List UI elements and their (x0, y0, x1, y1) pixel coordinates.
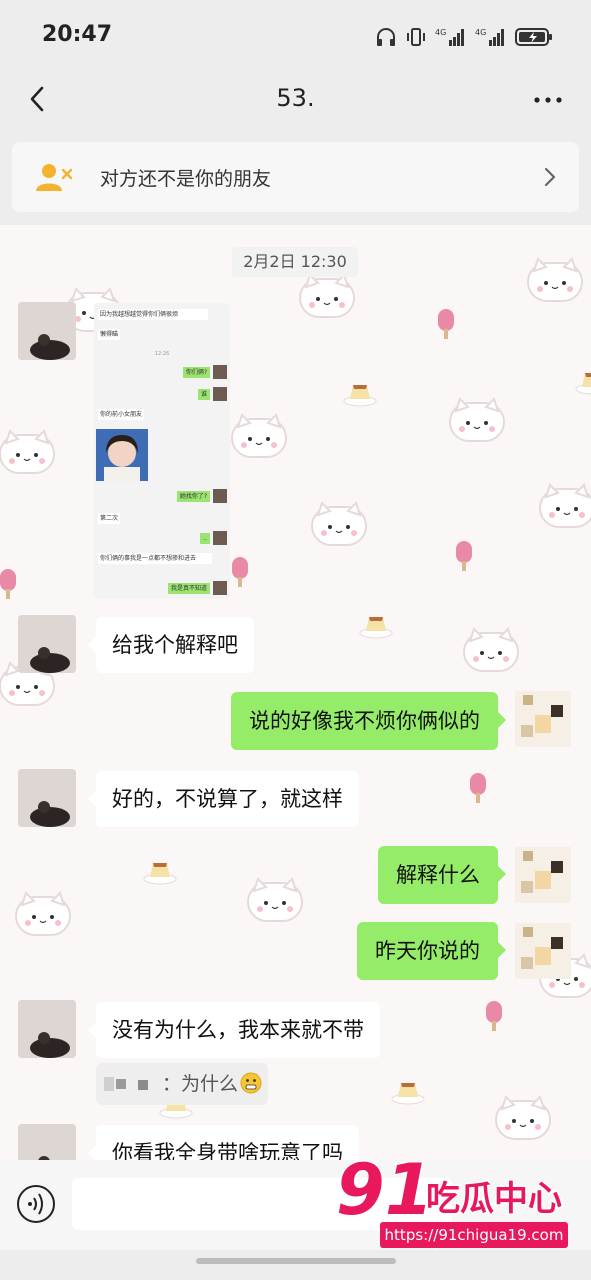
battery-charging-icon (515, 28, 552, 46)
contact-avatar[interactable] (18, 769, 76, 827)
shot-line: 她找你了? (176, 491, 210, 502)
shot-line: 你们俩的事我是一点都不想掺和进去 (98, 553, 212, 564)
incoming-message[interactable]: 没有为什么，我本来就不带 (88, 1002, 380, 1058)
status-icons: 4G 4G (375, 24, 553, 50)
avatar-image (18, 615, 76, 673)
site-watermark-logo: 91 吃瓜中心 (335, 1148, 564, 1228)
quote-text-wrap: ：为什么 (162, 1063, 262, 1105)
outgoing-message[interactable]: 说的好像我不烦你俩似的 (231, 692, 506, 750)
incoming-message[interactable]: 你看我全身带啥玩意了吗 (88, 1125, 359, 1160)
svg-text:91: 91 (336, 1149, 433, 1228)
svg-text:4G: 4G (475, 28, 486, 37)
screenshot-image-message[interactable]: 因为我越想越觉得你们俩很烦 懒得瞄 12:26 你们俩? 谁 你的前小女朋友 她… (94, 303, 230, 599)
my-avatar[interactable] (515, 847, 571, 903)
signal-icon-1: 4G (435, 28, 464, 46)
chat-title: 53. (276, 84, 315, 112)
my-avatar[interactable] (515, 691, 571, 747)
shot-line: 谁 (197, 389, 210, 400)
shot-line: .. (200, 533, 210, 544)
shot-avatar (213, 365, 227, 379)
shot-avatar (213, 489, 227, 503)
shot-line: 第二次 (98, 513, 121, 524)
avatar-image (18, 769, 76, 827)
blurred-name (104, 1077, 148, 1091)
banner-text: 对方还不是你的朋友 (100, 168, 272, 190)
site-watermark-url: https://91chigua19.com (380, 1222, 568, 1248)
voice-input-icon[interactable] (16, 1184, 56, 1224)
contact-avatar[interactable] (18, 1124, 76, 1160)
shot-line: 你们俩? (182, 367, 210, 378)
svg-text:4G: 4G (435, 28, 446, 37)
shot-avatar (213, 531, 227, 545)
chevron-right-icon (544, 167, 556, 187)
contact-avatar[interactable] (18, 302, 76, 360)
status-time: 20:47 (42, 22, 113, 47)
quote-text: ：为什么 (162, 1073, 239, 1095)
user-x-icon (36, 164, 73, 191)
signal-icon-2: 4G (475, 28, 504, 46)
shot-avatar (213, 387, 227, 401)
shot-line: 你的前小女朋友 (98, 409, 145, 420)
my-avatar[interactable] (515, 923, 571, 979)
contact-avatar[interactable] (18, 615, 76, 673)
status-bar: 20:47 4G 4G (0, 0, 591, 72)
svg-text:吃瓜中心: 吃瓜中心 (426, 1179, 562, 1219)
more-dots-icon[interactable] (531, 86, 565, 114)
outgoing-message[interactable]: 昨天你说的 (357, 922, 506, 980)
shot-line: 12:26 (154, 351, 170, 357)
child-photo (96, 429, 148, 481)
shot-avatar (213, 581, 227, 595)
shot-line: 因为我越想越觉得你们俩很烦 (98, 309, 208, 320)
quoted-message[interactable]: ：为什么 (96, 1063, 268, 1105)
shot-line: 我是真不知道 (167, 583, 210, 594)
vibrate-icon (407, 28, 425, 46)
avatar-image (18, 302, 76, 360)
outgoing-message[interactable]: 解释什么 (378, 846, 506, 904)
headphones-icon (377, 28, 395, 46)
grimace-emoji-icon (240, 1072, 262, 1094)
cat-decor (299, 274, 355, 318)
incoming-message[interactable]: 给我个解释吧 (88, 617, 254, 673)
not-friend-banner[interactable]: 对方还不是你的朋友 (12, 142, 579, 212)
avatar-image (18, 1124, 76, 1160)
shot-line: 懒得瞄 (98, 329, 121, 340)
message-timestamp: 2月2日 12:30 (232, 247, 358, 277)
title-bar: 53. (0, 72, 591, 130)
chat-area[interactable]: 2月2日 12:30 因为我越想越觉得你们俩很烦 懒得瞄 12:26 你们俩? … (0, 225, 591, 1160)
incoming-message[interactable]: 好的，不说算了，就这样 (88, 771, 359, 827)
contact-avatar[interactable] (18, 1000, 76, 1058)
avatar-image (18, 1000, 76, 1058)
home-indicator[interactable] (196, 1258, 396, 1264)
